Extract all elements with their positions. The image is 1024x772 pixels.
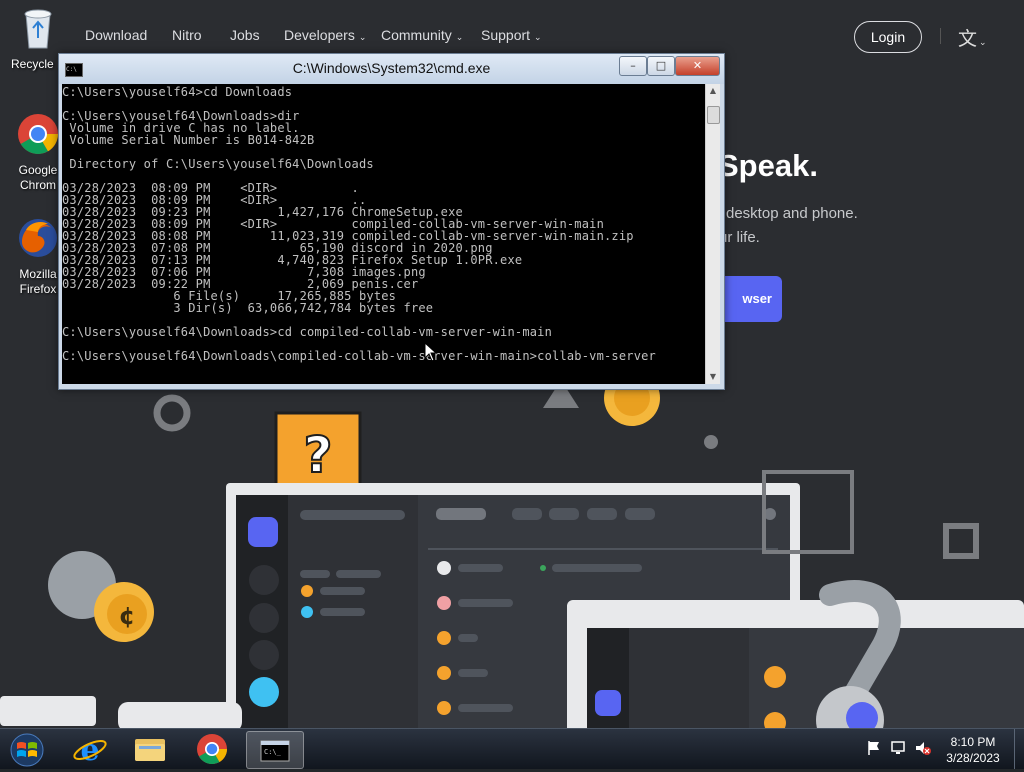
internet-explorer-icon: e	[73, 733, 107, 768]
cmd-window[interactable]: C:\ C:\Windows\System32\cmd.exe – □ ✕ C:…	[58, 53, 725, 390]
show-desktop-button[interactable]	[1014, 729, 1024, 769]
taskbar: e C:\_ 8:10 PM 3/28/2023	[0, 728, 1024, 769]
taskbar-clock[interactable]: 8:10 PM 3/28/2023	[940, 734, 1006, 766]
maximize-button[interactable]: □	[647, 56, 675, 76]
deco-dot	[704, 435, 718, 449]
taskbar-chrome[interactable]	[184, 731, 240, 767]
chevron-down-icon: ⌄	[455, 32, 464, 42]
login-button[interactable]: Login	[854, 21, 922, 53]
nav-nitro[interactable]: Nitro	[172, 27, 202, 43]
nav-download[interactable]: Download	[85, 27, 147, 43]
network-icon[interactable]	[890, 740, 908, 756]
nav-developers[interactable]: Developers ⌄	[284, 27, 366, 43]
taskbar-cmd[interactable]: C:\_	[246, 731, 304, 769]
start-button[interactable]	[0, 731, 54, 767]
nav-divider	[940, 28, 941, 44]
firefox-icon	[19, 219, 57, 257]
desktop-icon-label: Google Chrom	[18, 163, 58, 192]
desktop-icon-label: Mozilla Firefox	[19, 267, 57, 296]
scroll-down-arrow-icon[interactable]: ▼	[706, 370, 720, 384]
recycle-bin-icon	[24, 9, 52, 49]
console-text: C:\Users\youself64>cd Downloads C:\Users…	[62, 85, 656, 363]
taskbar-ie[interactable]: e	[62, 731, 118, 768]
hero-text: desktop and phone. ur life.	[719, 205, 858, 246]
clock-time: 8:10 PM	[950, 735, 996, 749]
console-output[interactable]: C:\Users\youself64>cd Downloads C:\Users…	[62, 84, 705, 384]
chevron-down-icon: ⌄	[358, 32, 367, 42]
chrome-icon	[197, 734, 227, 765]
hero-illustration: ? ¢	[0, 380, 1024, 728]
folder-icon	[135, 739, 165, 761]
clock-date: 3/28/2023	[946, 751, 1000, 765]
language-icon[interactable]: 文 ⌄	[958, 24, 987, 51]
deco-ring	[153, 394, 191, 432]
mouse-cursor-icon	[424, 342, 438, 362]
close-button[interactable]: ✕	[675, 56, 720, 76]
cmd-icon: C:\_	[260, 740, 290, 762]
svg-text:?: ?	[303, 426, 332, 484]
hero-title: Speak.	[718, 148, 818, 183]
svg-text:e: e	[80, 733, 99, 767]
taskbar-explorer[interactable]	[122, 731, 178, 767]
action-center-flag-icon[interactable]	[866, 740, 882, 756]
nav-community[interactable]: Community ⌄	[381, 27, 463, 43]
svg-text:¢: ¢	[119, 602, 136, 630]
chrome-icon	[18, 114, 58, 154]
minimize-button[interactable]: –	[619, 56, 647, 76]
deco-square	[943, 523, 979, 559]
volume-muted-icon[interactable]	[914, 740, 932, 756]
windows-start-icon	[10, 733, 44, 767]
scroll-up-arrow-icon[interactable]: ▲	[706, 84, 720, 98]
nav-jobs[interactable]: Jobs	[230, 27, 260, 43]
vertical-scrollbar[interactable]: ▲ ▼	[705, 84, 720, 384]
chevron-down-icon: ⌄	[534, 32, 542, 42]
svg-text:C:\_: C:\_	[264, 748, 282, 756]
scroll-thumb[interactable]	[707, 106, 720, 124]
cmd-titlebar[interactable]: C:\ C:\Windows\System32\cmd.exe – □ ✕	[59, 54, 724, 84]
nav-support[interactable]: Support ⌄	[481, 27, 542, 43]
